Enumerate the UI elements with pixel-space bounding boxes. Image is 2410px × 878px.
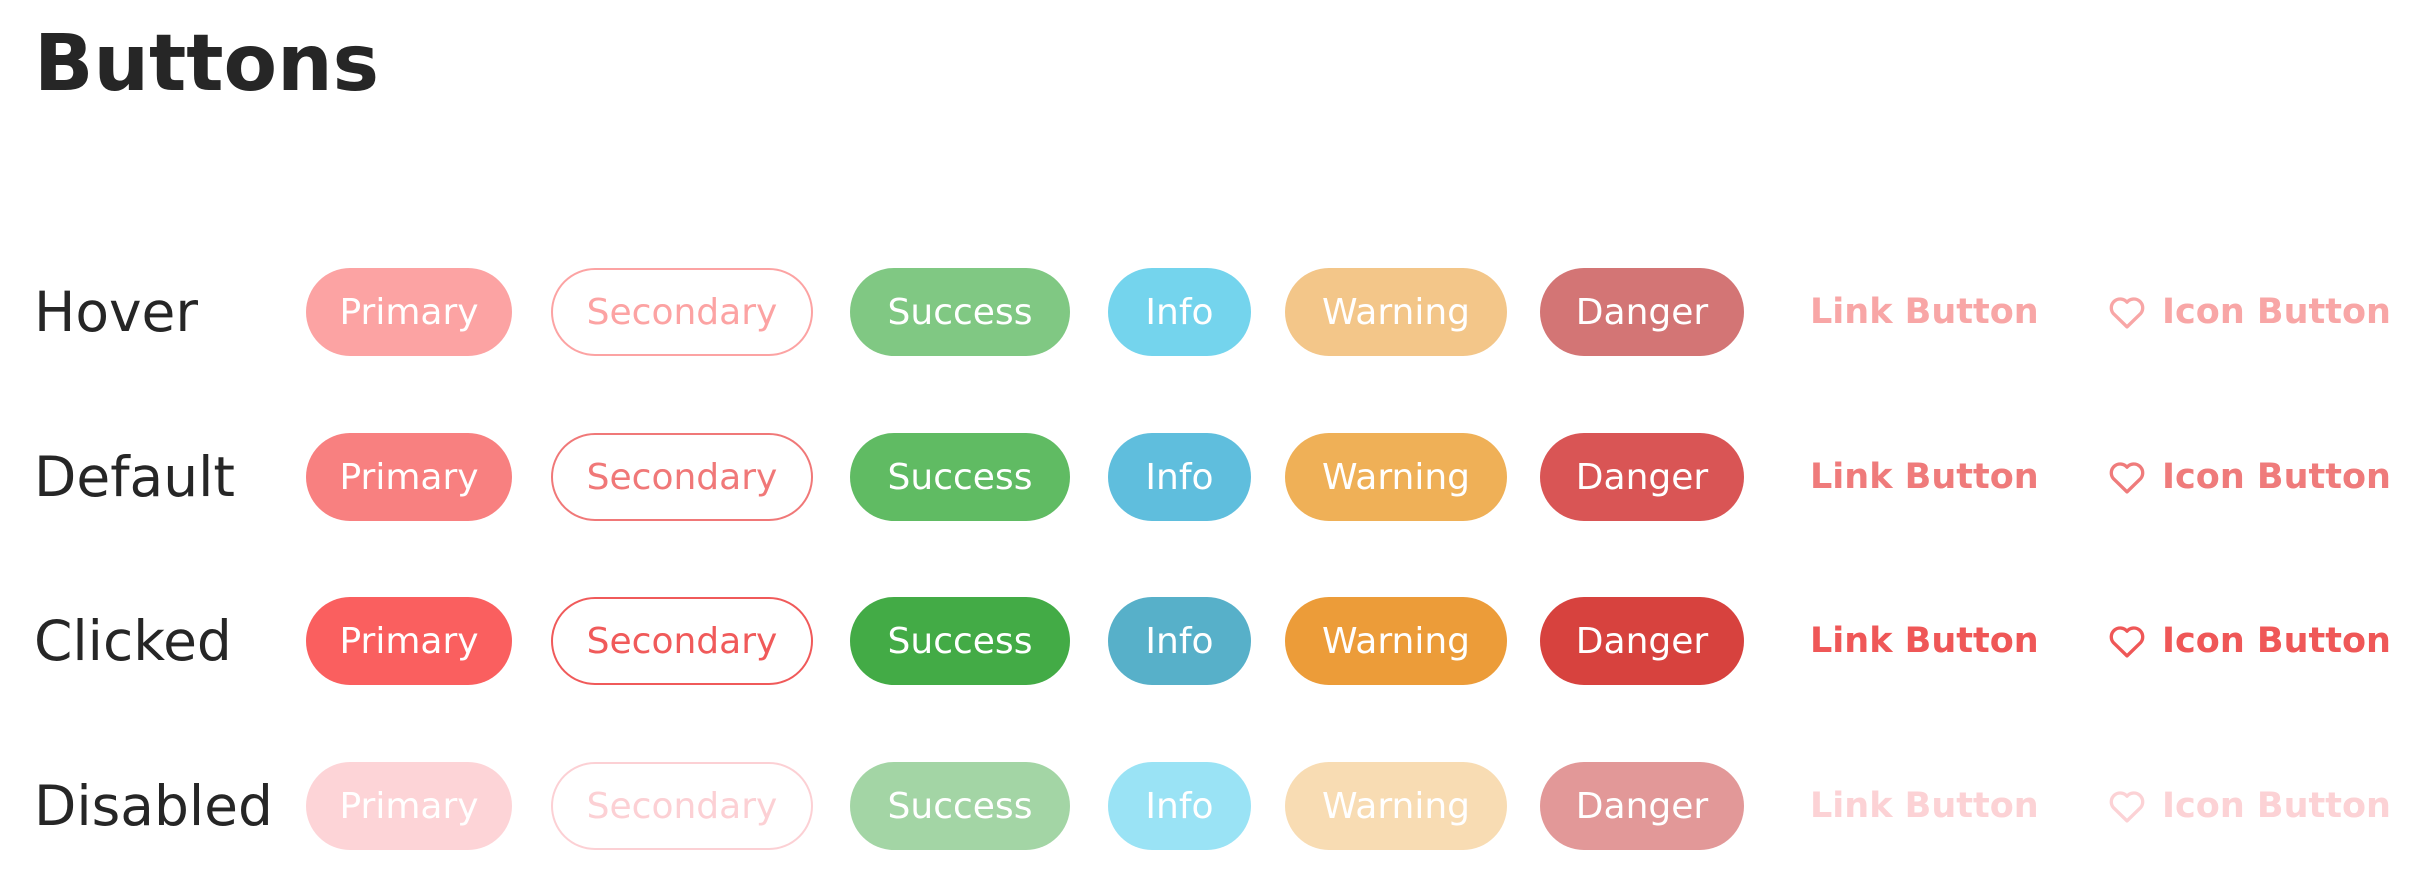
secondary-button[interactable]: Secondary [551,268,813,356]
page-title: Buttons [34,19,380,109]
row-disabled: Disabled Primary Secondary Success Info … [0,762,2410,850]
secondary-button[interactable]: Secondary [551,433,813,521]
icon-button-label: Icon Button [2162,786,2391,826]
danger-button[interactable]: Danger [1540,597,1744,685]
info-button[interactable]: Info [1108,597,1251,685]
icon-button-label: Icon Button [2162,457,2391,497]
icon-button-label: Icon Button [2162,621,2391,661]
row-hover: Hover Primary Secondary Success Info War… [0,268,2410,356]
heart-icon [2109,791,2145,823]
danger-button[interactable]: Danger [1540,762,1744,850]
danger-button[interactable]: Danger [1540,433,1744,521]
primary-button[interactable]: Primary [306,268,512,356]
secondary-button[interactable]: Secondary [551,762,813,850]
icon-button[interactable]: Icon Button [2106,268,2391,356]
state-label-clicked: Clicked [34,609,232,673]
state-label-hover: Hover [34,280,199,344]
link-button[interactable]: Link Button [1810,597,2039,685]
warning-button[interactable]: Warning [1285,597,1507,685]
state-label-default: Default [34,445,235,509]
state-label-disabled: Disabled [34,774,273,838]
primary-button[interactable]: Primary [306,433,512,521]
secondary-button[interactable]: Secondary [551,597,813,685]
row-default: Default Primary Secondary Success Info W… [0,433,2410,521]
warning-button[interactable]: Warning [1285,762,1507,850]
success-button[interactable]: Success [850,433,1070,521]
info-button[interactable]: Info [1108,268,1251,356]
info-button[interactable]: Info [1108,762,1251,850]
icon-button[interactable]: Icon Button [2106,433,2391,521]
success-button[interactable]: Success [850,762,1070,850]
heart-icon [2109,297,2145,329]
row-clicked: Clicked Primary Secondary Success Info W… [0,597,2410,685]
heart-icon [2109,462,2145,494]
primary-button[interactable]: Primary [306,762,512,850]
warning-button[interactable]: Warning [1285,268,1507,356]
success-button[interactable]: Success [850,268,1070,356]
link-button[interactable]: Link Button [1810,433,2039,521]
primary-button[interactable]: Primary [306,597,512,685]
warning-button[interactable]: Warning [1285,433,1507,521]
link-button[interactable]: Link Button [1810,762,2039,850]
icon-button[interactable]: Icon Button [2106,597,2391,685]
danger-button[interactable]: Danger [1540,268,1744,356]
info-button[interactable]: Info [1108,433,1251,521]
heart-icon [2109,626,2145,658]
icon-button-label: Icon Button [2162,292,2391,332]
icon-button[interactable]: Icon Button [2106,762,2391,850]
link-button[interactable]: Link Button [1810,268,2039,356]
success-button[interactable]: Success [850,597,1070,685]
